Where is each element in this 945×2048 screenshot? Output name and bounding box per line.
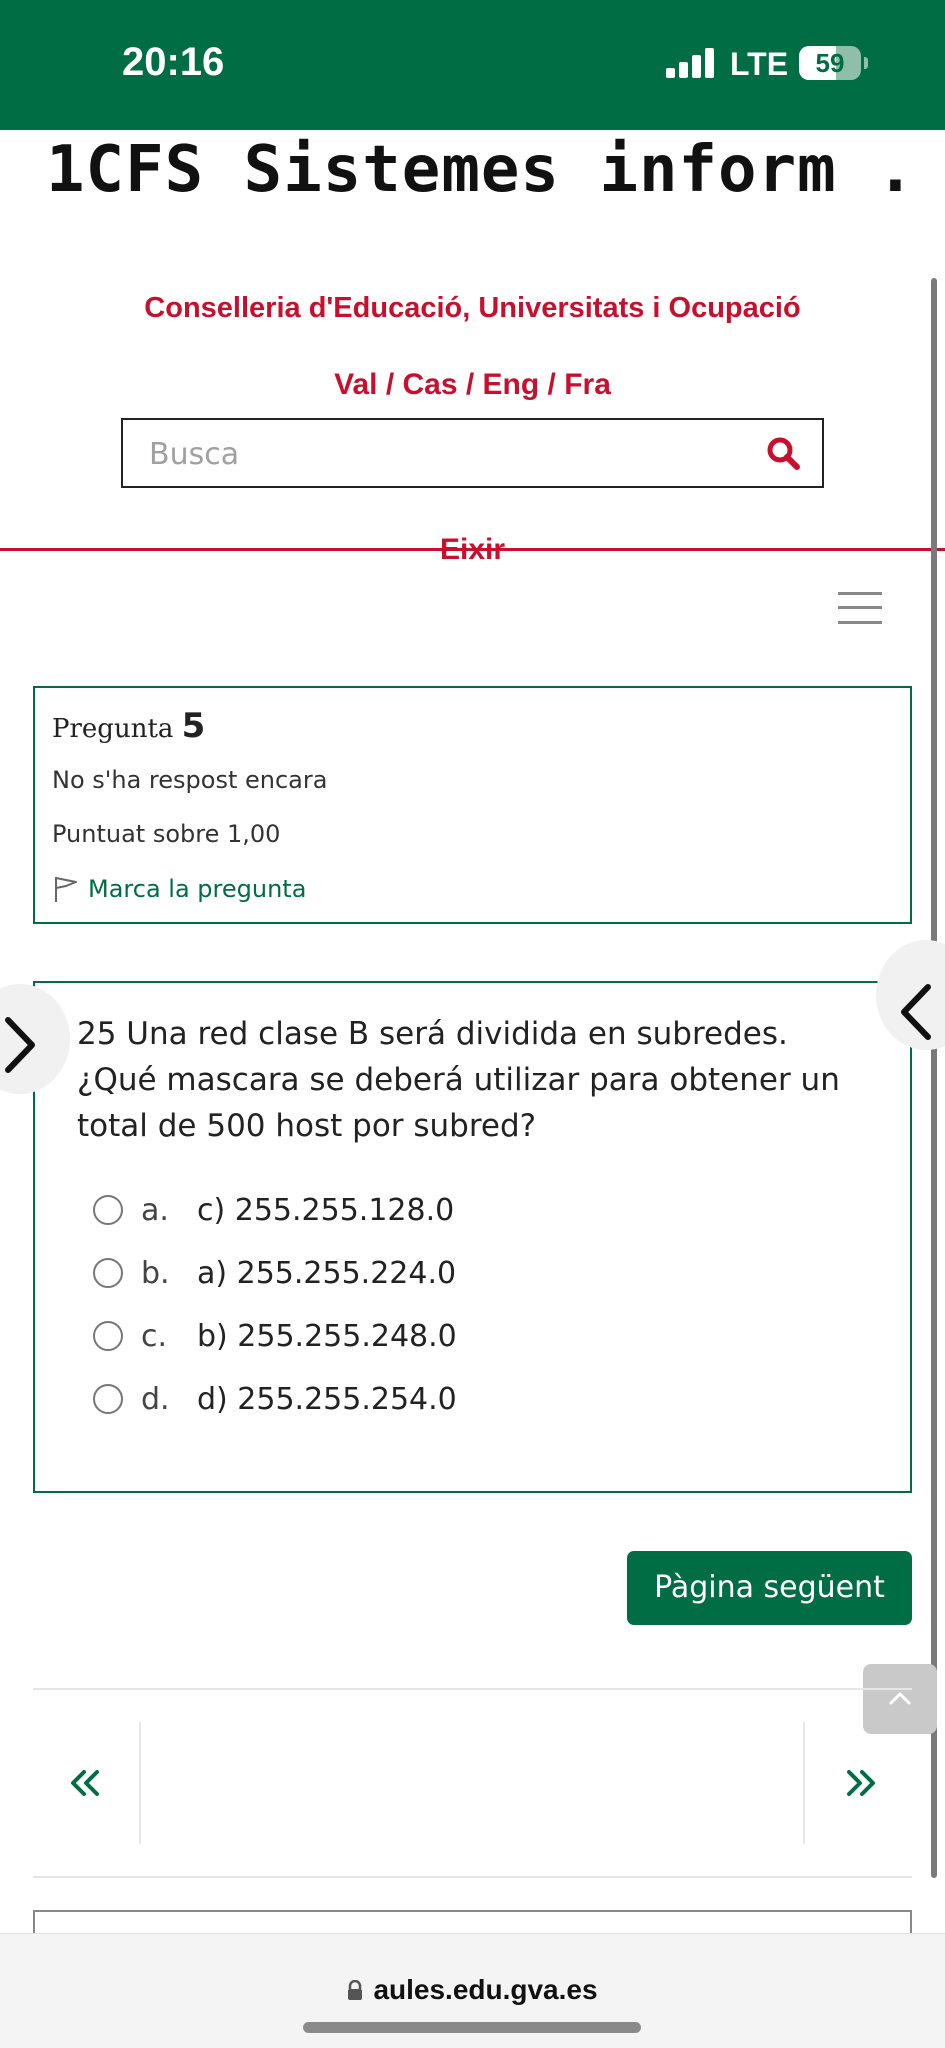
question-score: Puntuat sobre 1,00 <box>52 820 281 848</box>
status-time: 20:16 <box>122 40 225 84</box>
battery-level: 59 <box>815 48 845 78</box>
question-info-panel: Pregunta 5 No s'ha respost encara Puntua… <box>33 686 912 924</box>
answer-option-d[interactable]: d. d) 255.255.254.0 <box>93 1379 457 1419</box>
search-icon[interactable] <box>766 436 800 470</box>
option-letter: a. <box>141 1192 169 1228</box>
option-letter: d. <box>141 1381 170 1417</box>
signal-icon <box>666 48 714 78</box>
chevron-up-icon <box>889 1692 911 1705</box>
answer-option-a[interactable]: a. c) 255.255.128.0 <box>93 1190 454 1230</box>
battery-tip <box>864 57 868 69</box>
option-letter: c. <box>141 1318 168 1354</box>
battery-icon: 59 <box>799 46 861 80</box>
menu-icon[interactable] <box>838 590 882 626</box>
language-selector[interactable]: Val / Cas / Eng / Fra <box>0 368 945 402</box>
radio-button[interactable] <box>93 1384 123 1414</box>
browser-address-bar[interactable]: aules.edu.gva.es <box>0 1933 945 2048</box>
option-text: a) 255.255.224.0 <box>197 1255 457 1291</box>
previous-activity-link[interactable] <box>33 1722 141 1844</box>
option-text: d) 255.255.254.0 <box>197 1381 457 1417</box>
next-page-button[interactable]: Pàgina següent <box>627 1551 912 1625</box>
option-letter: b. <box>141 1255 170 1291</box>
organization-link[interactable]: Conselleria d'Educació, Universitats i O… <box>0 292 945 325</box>
flag-question-link[interactable]: Marca la pregunta <box>52 874 306 904</box>
url-row[interactable]: aules.edu.gva.es <box>0 1974 945 2006</box>
question-number: 5 <box>181 706 206 746</box>
home-indicator[interactable] <box>303 2022 641 2033</box>
chevron-right-icon[interactable] <box>2 1016 38 1074</box>
divider <box>33 1876 912 1878</box>
flag-icon <box>55 877 77 902</box>
logout-link[interactable]: Eixir <box>0 533 945 567</box>
flag-label: Marca la pregunta <box>88 875 307 903</box>
question-text: 25 Una red clase B será dividida en subr… <box>77 1016 840 1144</box>
search-input[interactable] <box>149 430 749 478</box>
question-label: Pregunta <box>52 714 174 744</box>
question-status: No s'ha respost encara <box>52 766 328 794</box>
double-chevron-right-icon <box>847 1770 875 1796</box>
lock-icon <box>348 1979 363 2000</box>
divider <box>33 1688 912 1690</box>
double-chevron-left-icon <box>71 1770 99 1796</box>
radio-button[interactable] <box>93 1321 123 1351</box>
search-box <box>121 418 824 488</box>
radio-button[interactable] <box>93 1195 123 1225</box>
option-text: b) 255.255.248.0 <box>197 1318 457 1354</box>
option-text: c) 255.255.128.0 <box>197 1192 455 1228</box>
chevron-left-icon[interactable] <box>898 983 934 1041</box>
scrollbar[interactable] <box>931 278 937 1878</box>
status-bar: 20:16 LTE 59 <box>0 0 945 130</box>
answer-option-c[interactable]: c. b) 255.255.248.0 <box>93 1316 457 1356</box>
site-title[interactable]: 1CFS Sistemes inform ... <box>46 133 906 207</box>
url-text[interactable]: aules.edu.gva.es <box>373 1974 597 2006</box>
radio-button[interactable] <box>93 1258 123 1288</box>
question-heading: Pregunta 5 <box>52 706 205 746</box>
answer-option-b[interactable]: b. a) 255.255.224.0 <box>93 1253 456 1293</box>
question-panel: 25 Una red clase B será dividida en subr… <box>33 981 912 1493</box>
next-activity-link[interactable] <box>803 1722 912 1844</box>
network-type: LTE <box>730 46 789 82</box>
